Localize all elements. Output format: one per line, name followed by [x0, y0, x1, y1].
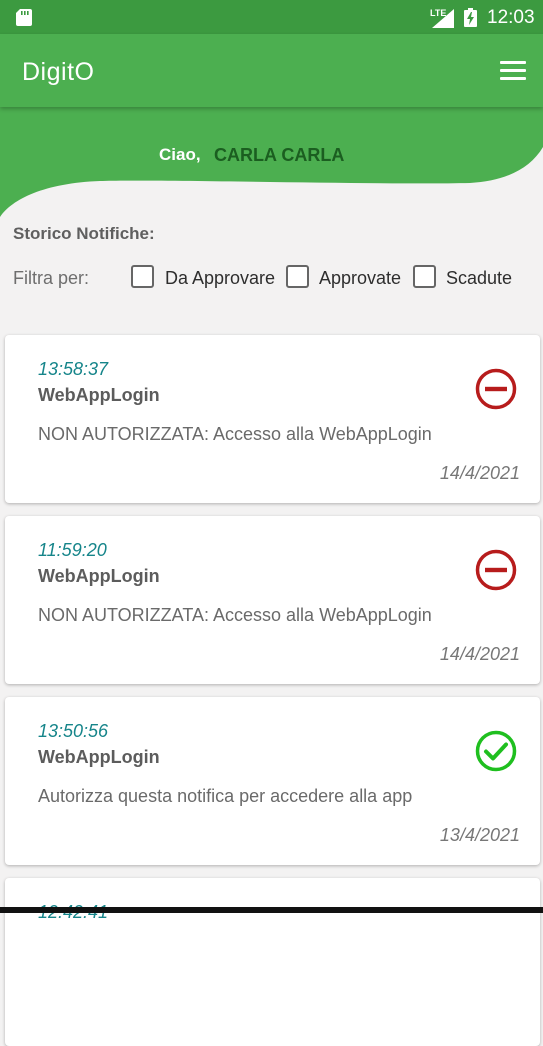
- checkbox-approvate[interactable]: [286, 265, 309, 288]
- notification-app: WebAppLogin: [38, 566, 160, 586]
- notification-date: 14/4/2021: [439, 644, 520, 664]
- battery-charging-icon: [464, 8, 477, 27]
- minus-circle-icon: [475, 368, 517, 410]
- app-bar: DigitO: [0, 34, 543, 107]
- notification-message: NON AUTORIZZATA: Accesso alla WebAppLogi…: [38, 605, 432, 625]
- status-bar: LTE 12:03: [0, 0, 543, 34]
- notification-message: NON AUTORIZZATA: Accesso alla WebAppLogi…: [38, 424, 432, 444]
- navigation-bar-edge: [0, 907, 543, 913]
- check-circle-icon: [475, 730, 517, 772]
- checkbox-da-approvare[interactable]: [131, 265, 154, 288]
- notification-card[interactable]: 12:42:41: [5, 878, 540, 1046]
- filter-row: Filtra per: Da Approvare Approvate Scadu…: [13, 265, 543, 291]
- notification-date: 13/4/2021: [439, 825, 520, 845]
- history-title: Storico Notifiche:: [13, 224, 155, 243]
- minus-circle-icon: [475, 549, 517, 591]
- hamburger-menu-icon[interactable]: [500, 61, 526, 81]
- greeting: Ciao, CARLA CARLA: [0, 145, 543, 167]
- checkbox-label-approvate[interactable]: Approvate: [319, 268, 401, 289]
- notification-message: Autorizza questa notifica per accedere a…: [38, 786, 413, 806]
- notification-card[interactable]: 13:50:56 WebAppLogin Autorizza questa no…: [5, 697, 540, 865]
- notification-app: WebAppLogin: [38, 747, 160, 767]
- notification-time: 11:59:20: [38, 540, 107, 560]
- greeting-hello: Ciao,: [159, 145, 201, 164]
- notification-app: WebAppLogin: [38, 385, 160, 405]
- notification-date: 14/4/2021: [439, 463, 520, 483]
- checkbox-scadute[interactable]: [413, 265, 436, 288]
- notification-time: 13:58:37: [38, 359, 109, 379]
- app-title: DigitO: [22, 58, 95, 86]
- notification-card[interactable]: 11:59:20 WebAppLogin NON AUTORIZZATA: Ac…: [5, 516, 540, 684]
- notification-card[interactable]: 13:58:37 WebAppLogin NON AUTORIZZATA: Ac…: [5, 335, 540, 503]
- signal-icon: [432, 9, 454, 28]
- clock: 12:03: [487, 7, 535, 28]
- user-name: CARLA CARLA: [214, 145, 345, 165]
- checkbox-label-da-approvare[interactable]: Da Approvare: [165, 268, 275, 289]
- filter-label: Filtra per:: [13, 268, 90, 288]
- sd-card-icon: [16, 9, 32, 26]
- notification-time: 13:50:56: [38, 721, 109, 741]
- checkbox-label-scadute[interactable]: Scadute: [446, 268, 512, 289]
